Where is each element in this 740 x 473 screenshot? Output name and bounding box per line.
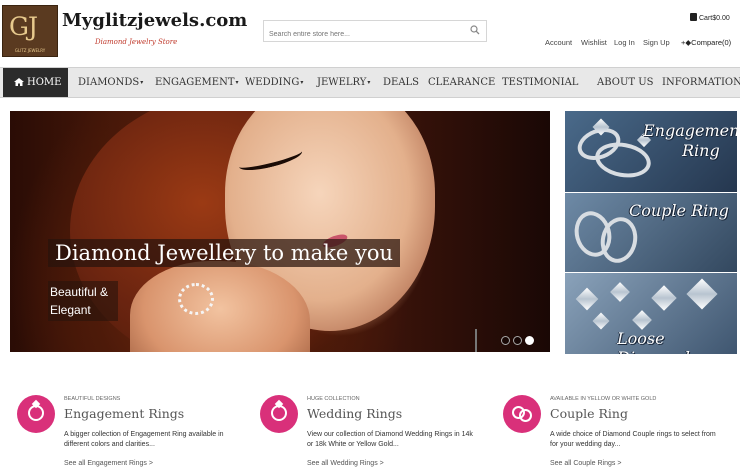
banner-label-line1: Engagement <box>643 121 737 140</box>
banner-gem-image <box>632 310 652 330</box>
slider-pagination <box>501 330 537 349</box>
feature-row: BEAUTIFUL DESIGNS Engagement Rings A big… <box>0 386 740 473</box>
slider-dot-2[interactable] <box>513 336 522 345</box>
nav-home-label: HOME <box>27 77 62 88</box>
site-logo[interactable]: GJ GLITZ JEWELRY <box>2 5 58 57</box>
nav-testimonial-label: TESTIMONIAL <box>502 77 579 88</box>
banner-label: Couple Ring <box>629 201 729 220</box>
nav-deals[interactable]: DEALS <box>383 68 419 97</box>
chevron-down-icon: ▾ <box>140 79 144 86</box>
see-all-couple-rings-link[interactable]: See all Couple Rings > <box>550 460 621 467</box>
compare-label: Compare(0) <box>691 38 732 47</box>
site-header: GJ GLITZ JEWELRY Myglitzjewels.com Diamo… <box>0 0 740 64</box>
nav-jewelry-label: JEWELRY <box>317 77 367 88</box>
banner-label: Loose Diamond <box>617 329 690 354</box>
hero-image-ring <box>178 283 214 315</box>
see-all-wedding-rings-link[interactable]: See all Wedding Rings > <box>307 460 384 467</box>
banner-engagement-ring[interactable]: Engagement Ring <box>565 111 737 192</box>
login-link[interactable]: Log In <box>614 38 635 47</box>
feature-title[interactable]: Engagement Rings <box>64 406 184 421</box>
search-box <box>263 20 487 45</box>
feature-description: A bigger collection of Engagement Ring a… <box>64 431 224 448</box>
scrollbar-thumb[interactable] <box>475 329 477 352</box>
ring-icon <box>17 395 55 433</box>
banner-couple-ring[interactable]: Couple Ring <box>565 193 737 272</box>
nav-home[interactable]: HOME <box>3 68 68 97</box>
feature-title[interactable]: Wedding Rings <box>307 406 402 421</box>
feature-kicker: HUGE COLLECTION <box>307 396 360 402</box>
logo-subtext: GLITZ JEWELRY <box>14 48 46 53</box>
logo-letters: GJ <box>9 12 38 41</box>
cart-total: Cart$0.00 <box>699 15 730 22</box>
site-tagline: Diamond Jewelry Store <box>95 38 178 46</box>
chevron-down-icon: ▾ <box>235 79 239 86</box>
account-link[interactable]: Account <box>545 38 572 47</box>
nav-clearance[interactable]: CLEARANCE <box>428 68 495 97</box>
nav-wedding-label: WEDDING <box>245 77 300 88</box>
banner-loose-diamond[interactable]: Loose Diamond <box>565 273 737 354</box>
banner-gem-image <box>610 282 630 302</box>
chevron-down-icon: ▾ <box>300 79 304 86</box>
nav-diamonds[interactable]: DIAMONDS▾ <box>78 68 143 97</box>
search-icon[interactable] <box>470 25 480 35</box>
nav-about-us-label: ABOUT US <box>597 77 654 88</box>
cart-icon <box>690 13 697 21</box>
feature-title[interactable]: Couple Ring <box>550 406 628 421</box>
signup-link[interactable]: Sign Up <box>643 38 670 47</box>
hero-subtitle-line1: Beautiful & <box>50 285 109 299</box>
hero-slider[interactable]: Diamond Jewellery to make you Beautiful … <box>10 111 550 352</box>
feature-description: View our collection of Diamond Wedding R… <box>307 431 473 448</box>
feature-description: A wide choice of Diamond Couple rings to… <box>550 431 716 448</box>
hero-subtitle: Beautiful & Elegant <box>48 281 118 321</box>
feature-kicker: AVAILABLE IN YELLOW OR WHITE GOLD <box>550 396 657 402</box>
nav-information-label: INFORMATION <box>662 77 740 88</box>
nav-information[interactable]: INFORMATION▾ <box>662 68 740 97</box>
chevron-down-icon: ▾ <box>367 79 371 86</box>
slider-dot-3[interactable] <box>525 336 534 345</box>
search-input[interactable] <box>269 24 459 45</box>
nav-testimonial[interactable]: TESTIMONIAL <box>502 68 578 97</box>
nav-about-us[interactable]: ABOUT US <box>597 68 654 97</box>
see-all-engagement-rings-link[interactable]: See all Engagement Rings > <box>64 460 153 467</box>
compare-icon: +◆ <box>681 38 692 47</box>
couple-rings-icon <box>503 395 541 433</box>
compare-link[interactable]: +◆Compare(0) <box>681 38 731 47</box>
banner-label-line2: Ring <box>682 141 720 160</box>
nav-jewelry[interactable]: JEWELRY▾ <box>317 68 370 97</box>
ring-icon <box>260 395 298 433</box>
wishlist-link[interactable]: Wishlist <box>581 38 607 47</box>
nav-deals-label: DEALS <box>383 77 420 88</box>
hero-title: Diamond Jewellery to make you <box>48 239 401 267</box>
nav-diamonds-label: DIAMONDS <box>78 77 140 88</box>
banner-gem-image <box>686 278 718 310</box>
site-name[interactable]: Myglitzjewels.com <box>62 10 247 31</box>
nav-engagement-label: ENGAGEMENT <box>155 77 235 88</box>
main-nav: HOME DIAMONDS▾ ENGAGEMENT▾ WEDDING▾ JEWE… <box>0 67 740 98</box>
nav-clearance-label: CLEARANCE <box>428 77 496 88</box>
nav-wedding[interactable]: WEDDING▾ <box>245 68 303 97</box>
home-icon <box>14 78 24 86</box>
nav-engagement[interactable]: ENGAGEMENT▾ <box>155 68 239 97</box>
hero-subtitle-line2: Elegant <box>50 303 91 317</box>
slider-dot-1[interactable] <box>501 336 510 345</box>
banner-gem-image <box>651 285 677 311</box>
cart-summary[interactable]: Cart$0.00 <box>690 13 730 22</box>
feature-kicker: BEAUTIFUL DESIGNS <box>64 396 121 402</box>
banner-gem-image <box>575 287 599 311</box>
banner-gem-image <box>592 312 610 330</box>
